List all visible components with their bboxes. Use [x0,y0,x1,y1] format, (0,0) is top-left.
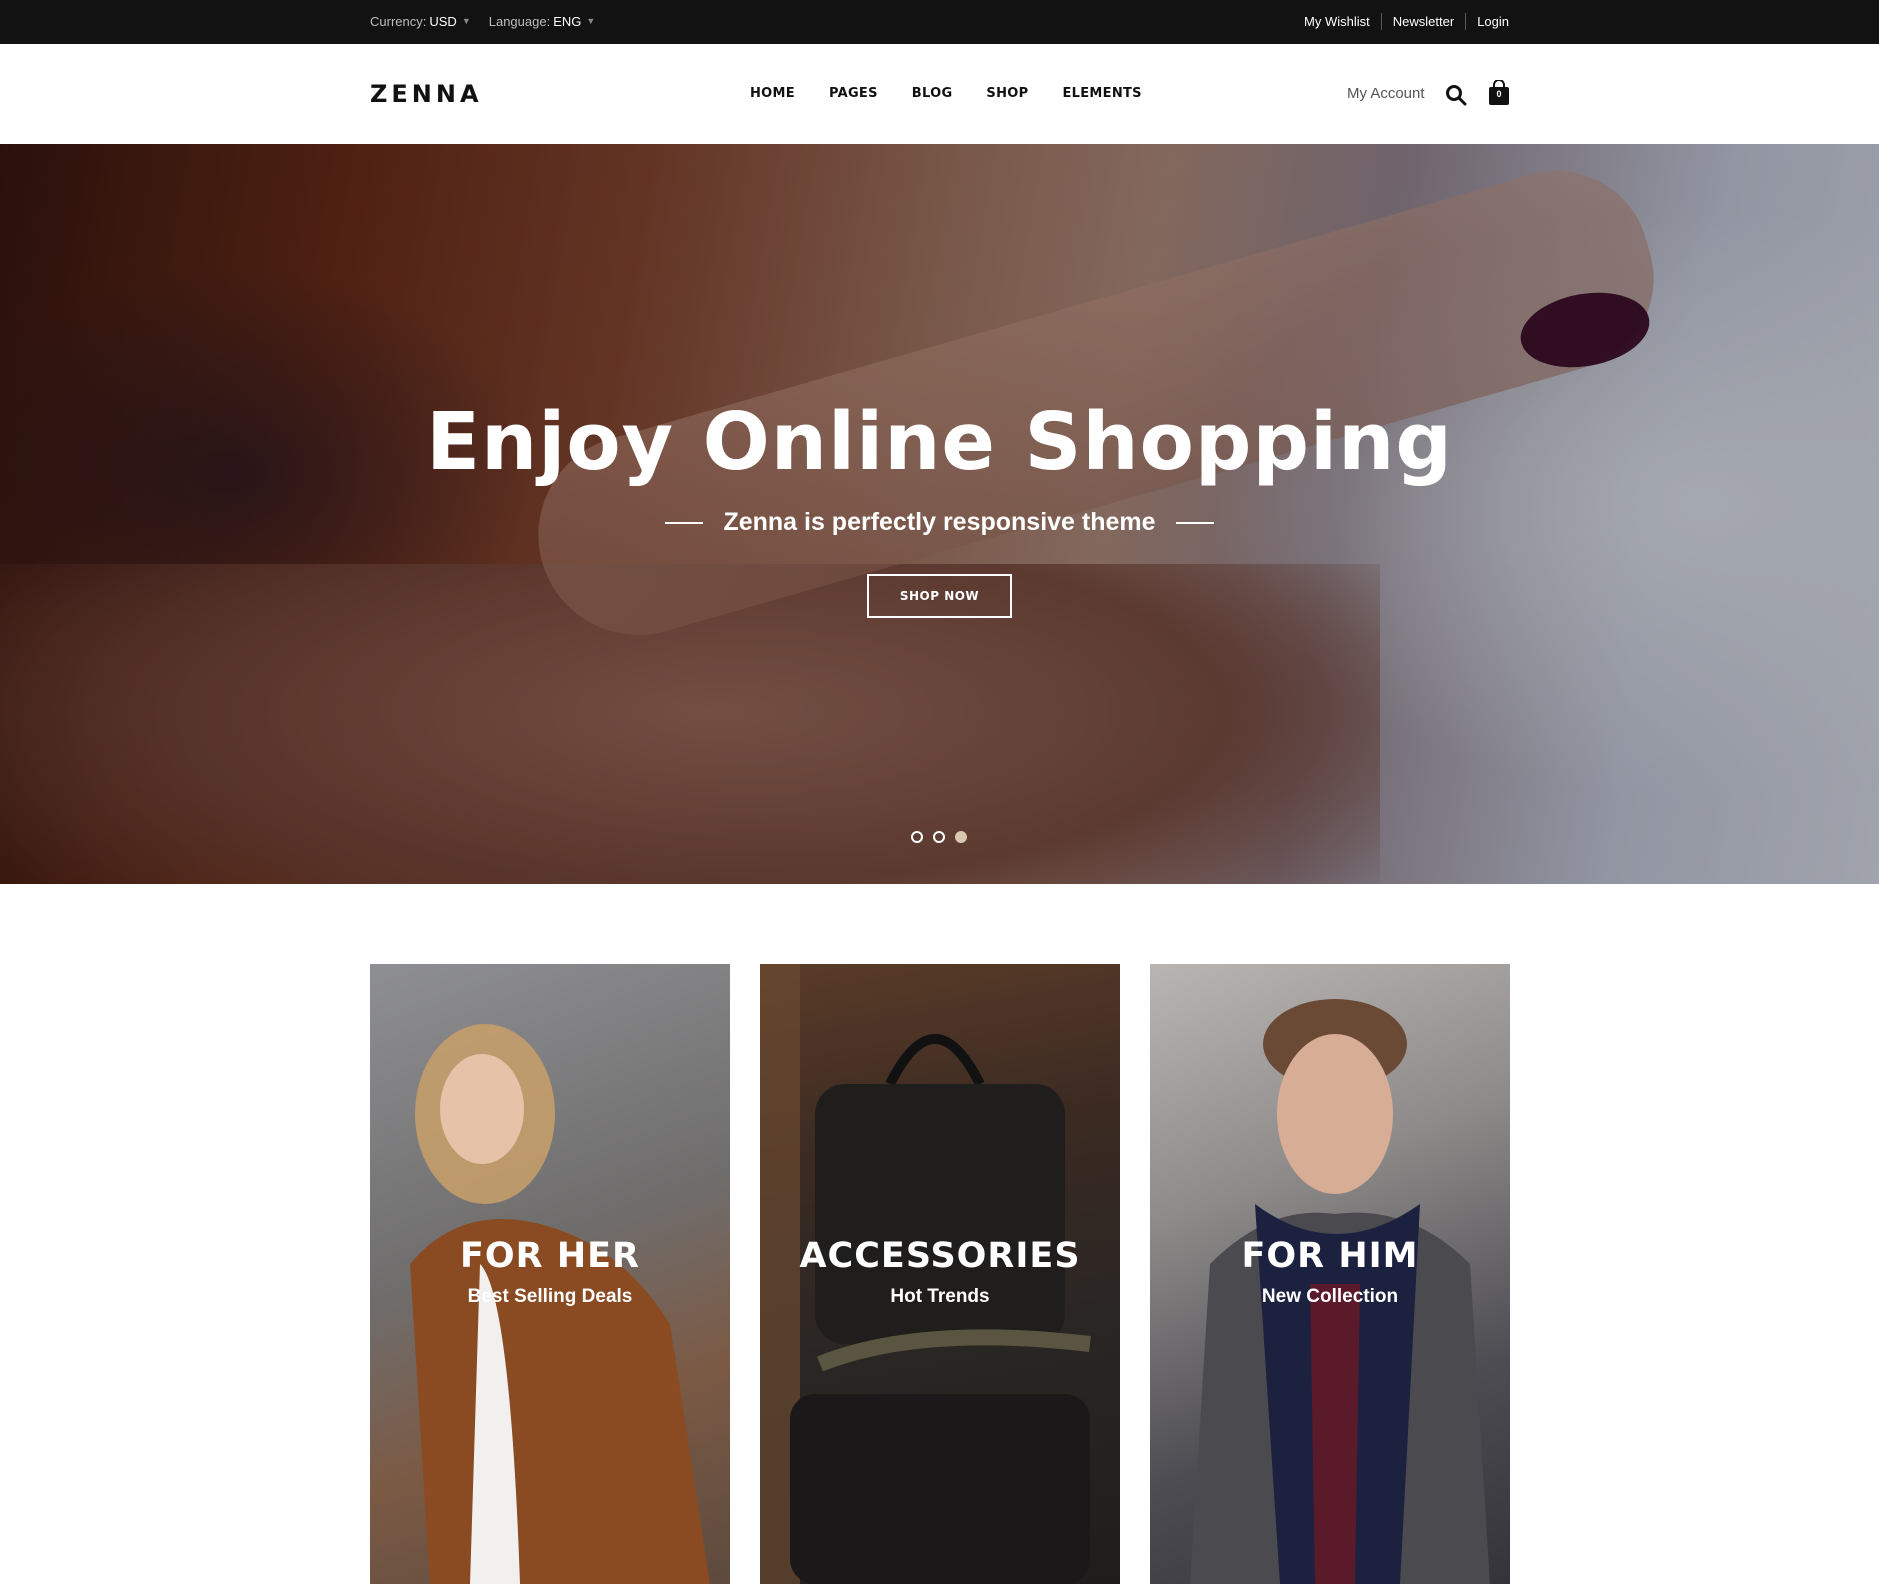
hero-title: Enjoy Online Shopping [426,396,1453,488]
shop-now-button[interactable]: SHOP NOW [867,574,1012,618]
nav-home[interactable]: HOME [750,86,795,101]
language-selector[interactable]: ENG [553,14,581,29]
category-tagline: Best Selling Deals [467,1286,633,1307]
login-link[interactable]: Login [1465,13,1509,30]
top-bar-links: My Wishlist Newsletter Login [1293,13,1509,30]
chevron-down-icon[interactable]: ▼ [462,16,471,26]
cart-button[interactable]: 0 [1488,79,1510,106]
currency-label: Currency: [370,14,427,29]
category-banners: FOR HER Best Selling Deals ACCESSORIES H… [370,964,1510,1584]
slider-dot-3[interactable] [955,831,967,843]
slider-dot-1[interactable] [911,831,923,843]
my-account-link[interactable]: My Account [1347,85,1425,102]
top-bar: Currency: USD ▼ Language: ENG ▼ My Wishl… [0,0,1879,44]
nav-pages[interactable]: PAGES [829,86,878,101]
slider-dot-2[interactable] [933,831,945,843]
category-card-accessories[interactable]: ACCESSORIES Hot Trends [760,964,1120,1584]
currency-selector[interactable]: USD [429,14,456,29]
divider [1175,521,1214,524]
cart-count-badge: 0 [1496,89,1502,99]
nav-elements[interactable]: ELEMENTS [1062,86,1141,101]
site-header: ZENNA HOME PAGES BLOG SHOP ELEMENTS My A… [0,44,1879,144]
hero-subtitle-row: Zenna is perfectly responsive theme [0,508,1879,537]
logo[interactable]: ZENNA [370,80,483,108]
category-title: FOR HIM [1241,1236,1419,1276]
nav-blog[interactable]: BLOG [912,86,953,101]
category-card-for-him[interactable]: FOR HIM New Collection [1150,964,1510,1584]
language-label: Language: [488,14,551,29]
search-icon[interactable] [1445,84,1467,106]
category-card-for-her[interactable]: FOR HER Best Selling Deals [370,964,730,1584]
category-tagline: New Collection [1261,1286,1399,1307]
category-title: ACCESSORIES [799,1236,1081,1276]
category-tagline: Hot Trends [890,1286,990,1307]
slider-dots [911,831,977,843]
newsletter-link[interactable]: Newsletter [1380,13,1465,30]
nav-shop[interactable]: SHOP [986,86,1028,101]
hero-subtitle: Zenna is perfectly responsive theme [723,508,1156,536]
divider [665,521,704,524]
wishlist-link[interactable]: My Wishlist [1293,13,1381,30]
category-title: FOR HER [460,1236,640,1276]
hero-slider: Enjoy Online Shopping Zenna is perfectly… [0,144,1879,884]
top-bar-settings: Currency: USD ▼ Language: ENG ▼ [370,14,613,29]
chevron-down-icon[interactable]: ▼ [586,16,595,26]
main-nav: HOME PAGES BLOG SHOP ELEMENTS [750,86,1176,101]
